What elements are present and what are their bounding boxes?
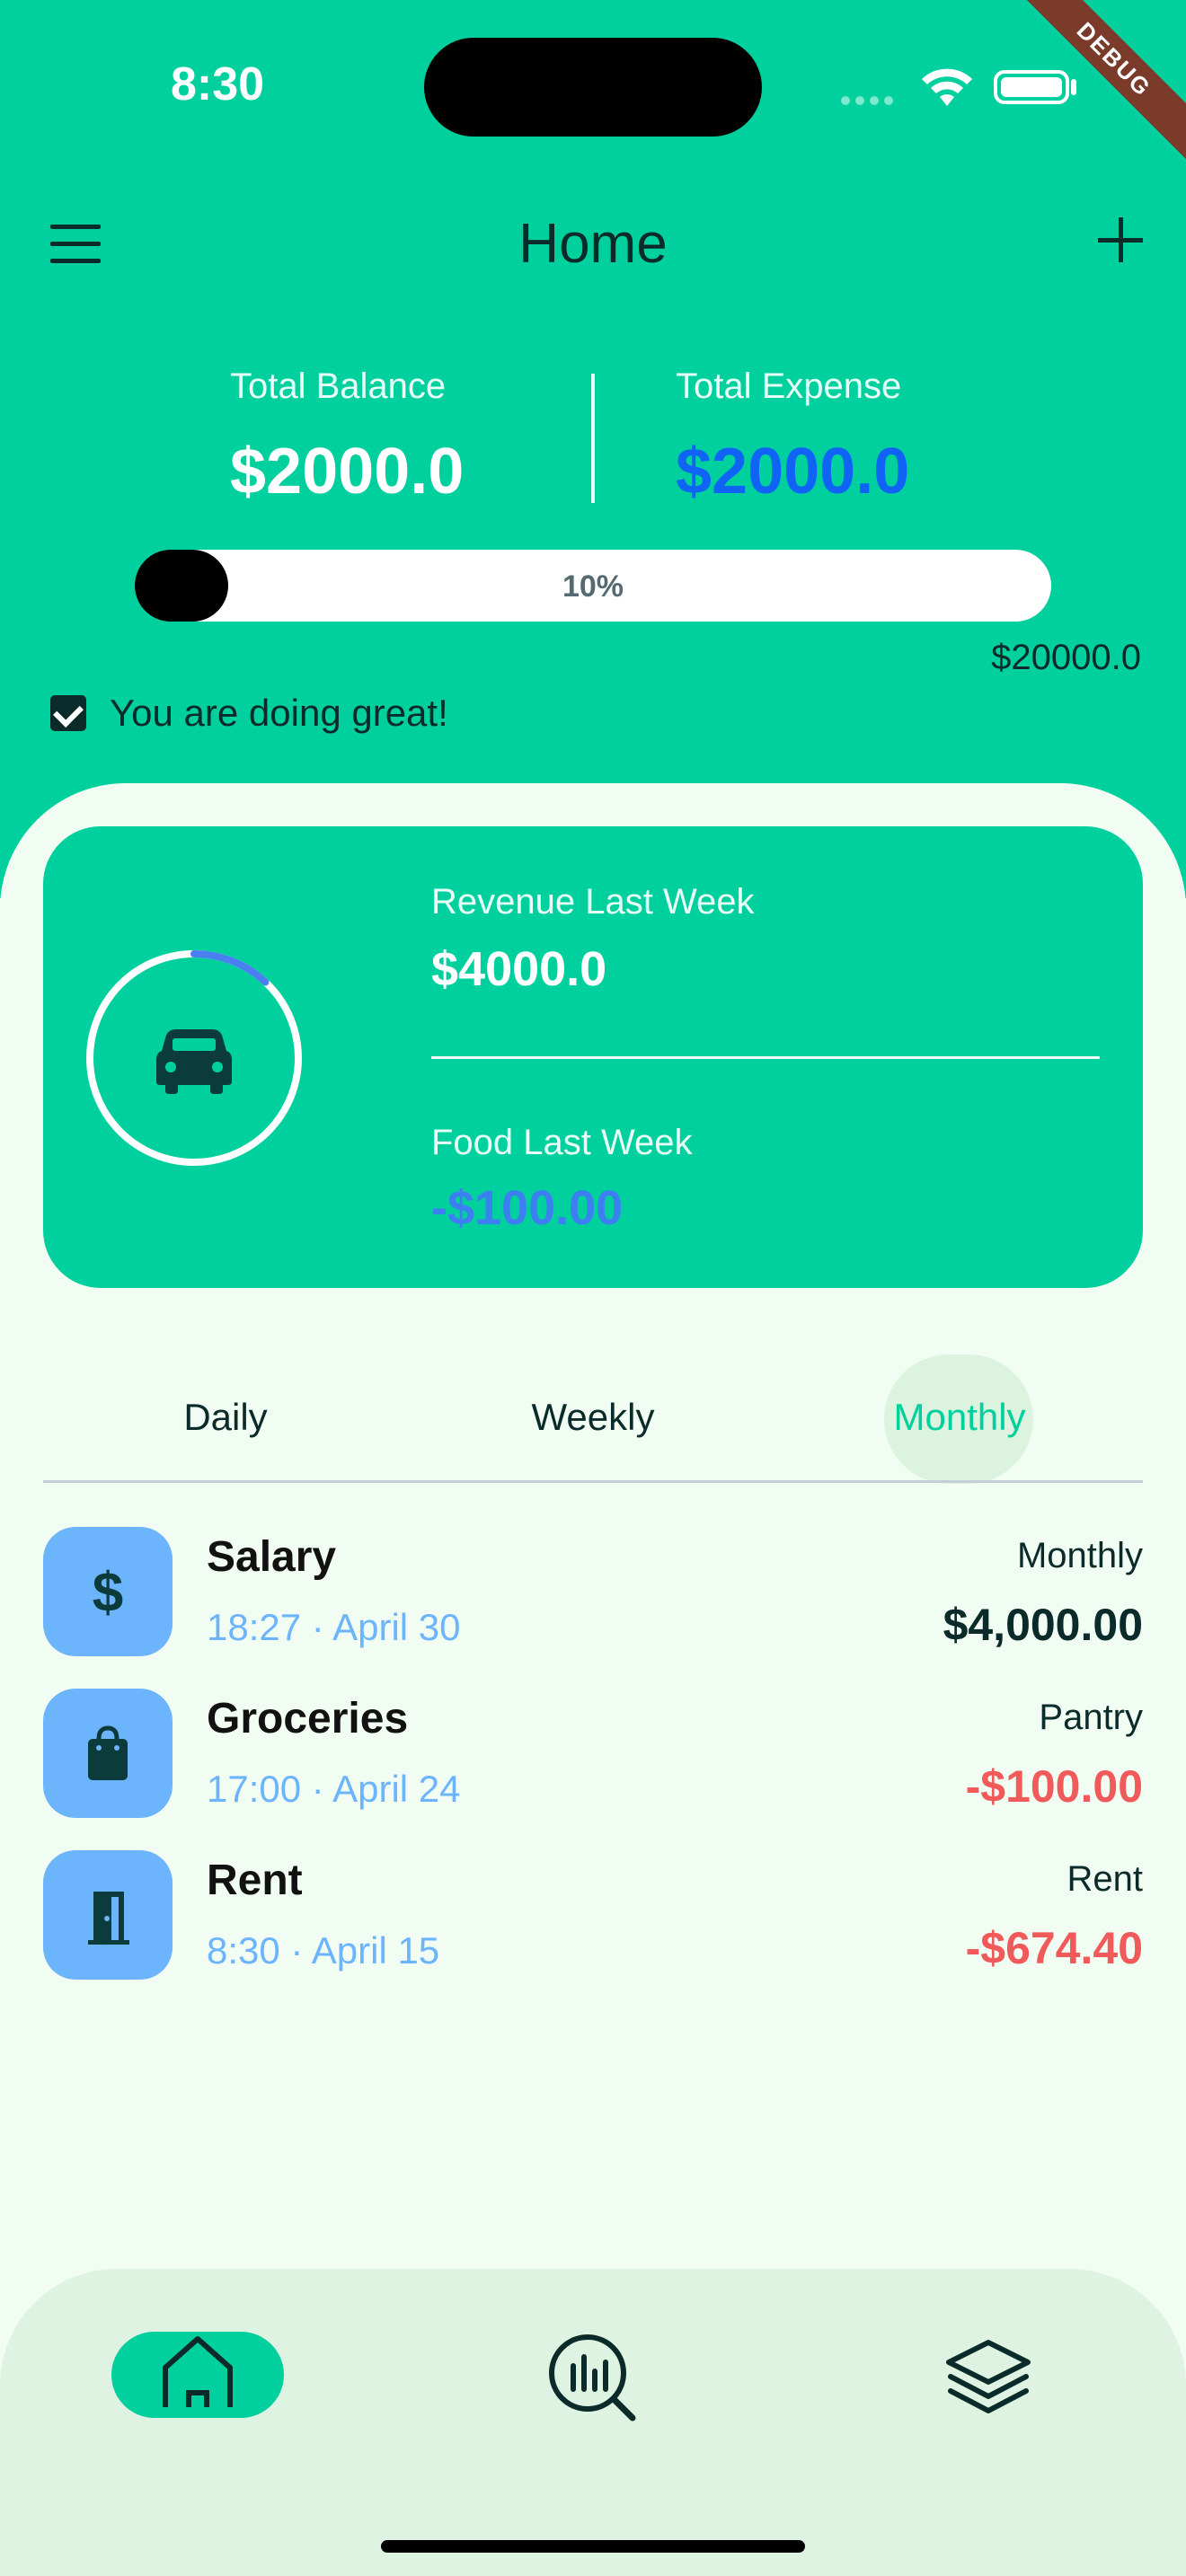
- transaction-icon-tile: [43, 1689, 173, 1818]
- goal-ring: [86, 950, 302, 1166]
- tab-monthly[interactable]: Monthly: [825, 1396, 1094, 1439]
- weekly-summary-card: Revenue Last Week $4000.0 Food Last Week…: [43, 826, 1143, 1288]
- home-icon: [163, 2336, 233, 2407]
- transaction-category: Monthly: [1016, 1536, 1143, 1575]
- period-tabs: Daily Weekly Monthly: [43, 1347, 1143, 1484]
- analysis-icon[interactable]: [546, 2332, 640, 2425]
- transaction-time: 8:30 · April 15: [207, 1929, 440, 1972]
- transaction-amount: -$674.40: [965, 1923, 1143, 1973]
- checkbox[interactable]: [50, 695, 86, 731]
- transaction-amount: -$100.00: [965, 1761, 1143, 1812]
- tab-daily[interactable]: Daily: [91, 1396, 360, 1439]
- progress-percent: 10%: [562, 569, 624, 604]
- budget-goal-amount: $20000.0: [991, 638, 1141, 677]
- transaction-time: 17:00 · April 24: [207, 1768, 461, 1810]
- transaction-category: Pantry: [1039, 1698, 1143, 1737]
- card-divider: [431, 1056, 1100, 1059]
- transaction-icon-tile: $: [43, 1527, 173, 1656]
- door-icon: [88, 1892, 129, 1945]
- add-icon[interactable]: [1098, 217, 1143, 262]
- wifi-icon: [922, 68, 972, 106]
- total-expense-label: Total Expense: [676, 366, 902, 406]
- status-text: You are doing great!: [110, 692, 448, 734]
- app-bar: Home: [0, 198, 1186, 287]
- home-indicator: [381, 2540, 805, 2553]
- revenue-label: Revenue Last Week: [431, 882, 755, 922]
- revenue-value: $4000.0: [431, 942, 607, 996]
- status-time: 8:30: [171, 58, 265, 110]
- transaction-item[interactable]: Rent 8:30 · April 15 Rent -$674.40: [43, 1850, 1143, 1985]
- tab-weekly[interactable]: Weekly: [458, 1396, 728, 1439]
- tabs-underline: [43, 1480, 1143, 1483]
- transaction-icon-tile: [43, 1850, 173, 1980]
- transaction-category: Rent: [1067, 1859, 1144, 1899]
- layers-icon[interactable]: [943, 2337, 1033, 2418]
- transaction-title: Rent: [207, 1857, 303, 1904]
- signal-icon: [841, 93, 904, 105]
- total-balance-value: $2000.0: [230, 436, 465, 507]
- shopping-bag-icon: [88, 1725, 128, 1780]
- battery-tip: [1071, 79, 1076, 95]
- transaction-item[interactable]: $ Salary 18:27 · April 30 Monthly $4,000…: [43, 1527, 1143, 1662]
- total-balance-label: Total Balance: [230, 366, 447, 406]
- battery-icon: [994, 70, 1069, 104]
- transaction-title: Groceries: [207, 1695, 409, 1742]
- nav-home-button[interactable]: [111, 2332, 284, 2418]
- transaction-item[interactable]: Groceries 17:00 · April 24 Pantry -$100.…: [43, 1689, 1143, 1823]
- total-expense-value: $2000.0: [676, 436, 910, 507]
- budget-progress-bar: 10%: [135, 550, 1051, 622]
- bottom-nav: [0, 2269, 1186, 2576]
- dollar-icon: $: [93, 1562, 123, 1624]
- food-value: -$100.00: [431, 1181, 624, 1235]
- transaction-time: 18:27 · April 30: [207, 1606, 461, 1648]
- status-bar: 8:30: [0, 0, 1186, 180]
- transaction-amount: $4,000.00: [943, 1600, 1143, 1650]
- summary-divider: [591, 374, 595, 503]
- transaction-title: Salary: [207, 1533, 337, 1581]
- page-title: Home: [518, 213, 668, 275]
- car-icon: [156, 1029, 232, 1094]
- svg-text:$: $: [93, 1562, 123, 1624]
- dynamic-island: [424, 38, 762, 137]
- food-label: Food Last Week: [431, 1123, 693, 1162]
